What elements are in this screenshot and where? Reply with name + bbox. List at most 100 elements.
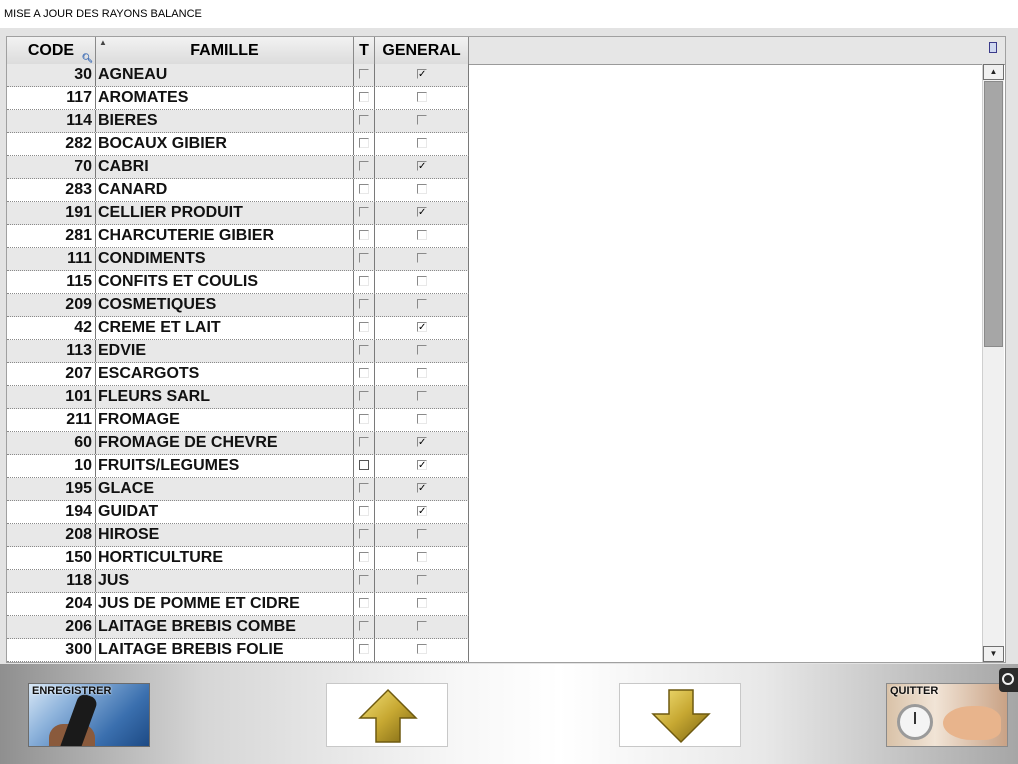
general-checkbox[interactable]: ✓ — [417, 460, 427, 471]
t-checkbox[interactable] — [359, 299, 369, 309]
t-checkbox[interactable] — [359, 552, 369, 562]
general-checkbox[interactable] — [417, 391, 427, 401]
code-cell[interactable]: 113 — [7, 340, 96, 362]
famille-cell[interactable]: BOCAUX GIBIER — [96, 133, 354, 155]
table-row[interactable]: 283 CANARD — [7, 179, 469, 202]
general-checkbox[interactable]: ✓ — [417, 207, 427, 218]
code-cell[interactable]: 194 — [7, 501, 96, 523]
code-cell[interactable]: 10 — [7, 455, 96, 477]
t-checkbox[interactable] — [359, 598, 369, 608]
code-cell[interactable]: 30 — [7, 64, 96, 86]
t-checkbox[interactable] — [359, 92, 369, 102]
general-checkbox[interactable] — [417, 345, 427, 355]
save-button[interactable]: ENREGISTRER — [28, 683, 150, 747]
column-header-general[interactable]: GENERAL — [375, 37, 469, 64]
famille-cell[interactable]: BIERES — [96, 110, 354, 132]
general-checkbox[interactable] — [417, 253, 427, 263]
code-cell[interactable]: 191 — [7, 202, 96, 224]
table-row[interactable]: 111 CONDIMENTS — [7, 248, 469, 271]
column-header-famille[interactable]: ▲ FAMILLE — [96, 37, 354, 64]
code-cell[interactable]: 300 — [7, 639, 96, 661]
table-row[interactable]: 191 CELLIER PRODUIT ✓ — [7, 202, 469, 225]
quit-button[interactable]: QUITTER — [886, 683, 1008, 747]
code-cell[interactable]: 209 — [7, 294, 96, 316]
famille-cell[interactable]: FLEURS SARL — [96, 386, 354, 408]
general-checkbox[interactable] — [417, 621, 427, 631]
table-row[interactable]: 206 LAITAGE BREBIS COMBE — [7, 616, 469, 639]
column-header-code[interactable]: CODE 🔍︎ — [7, 37, 96, 64]
general-checkbox[interactable] — [417, 368, 427, 378]
general-checkbox[interactable]: ✓ — [417, 161, 427, 172]
code-cell[interactable]: 195 — [7, 478, 96, 500]
general-checkbox[interactable] — [417, 184, 427, 194]
table-row[interactable]: 209 COSMETIQUES — [7, 294, 469, 317]
general-checkbox[interactable] — [417, 115, 427, 125]
general-checkbox[interactable] — [417, 299, 427, 309]
table-row[interactable]: 281 CHARCUTERIE GIBIER — [7, 225, 469, 248]
move-up-button[interactable] — [326, 683, 448, 747]
table-row[interactable]: 211 FROMAGE — [7, 409, 469, 432]
code-cell[interactable]: 118 — [7, 570, 96, 592]
general-checkbox[interactable] — [417, 414, 427, 424]
famille-cell[interactable]: LAITAGE BREBIS FOLIE — [96, 639, 354, 661]
t-checkbox[interactable] — [359, 69, 369, 79]
t-checkbox[interactable] — [359, 506, 369, 516]
famille-cell[interactable]: CABRI — [96, 156, 354, 178]
code-cell[interactable]: 60 — [7, 432, 96, 454]
column-selector-icon[interactable] — [989, 42, 997, 53]
t-checkbox[interactable] — [359, 138, 369, 148]
table-row[interactable]: 60 FROMAGE DE CHEVRE ✓ — [7, 432, 469, 455]
code-cell[interactable]: 208 — [7, 524, 96, 546]
t-checkbox[interactable] — [359, 322, 369, 332]
famille-cell[interactable]: HORTICULTURE — [96, 547, 354, 569]
famille-cell[interactable]: ESCARGOTS — [96, 363, 354, 385]
search-icon[interactable]: 🔍︎ — [82, 53, 93, 63]
t-checkbox[interactable] — [359, 621, 369, 631]
famille-cell[interactable]: CREME ET LAIT — [96, 317, 354, 339]
code-cell[interactable]: 114 — [7, 110, 96, 132]
code-cell[interactable]: 211 — [7, 409, 96, 431]
general-checkbox[interactable] — [417, 644, 427, 654]
table-row[interactable]: 101 FLEURS SARL — [7, 386, 469, 409]
t-checkbox[interactable] — [359, 460, 369, 470]
t-checkbox[interactable] — [359, 115, 369, 125]
table-row[interactable]: 115 CONFITS ET COULIS — [7, 271, 469, 294]
famille-cell[interactable]: CANARD — [96, 179, 354, 201]
t-checkbox[interactable] — [359, 529, 369, 539]
scroll-down-button[interactable]: ▼ — [983, 646, 1004, 662]
table-row[interactable]: 42 CREME ET LAIT ✓ — [7, 317, 469, 340]
table-row[interactable]: 118 JUS — [7, 570, 469, 593]
t-checkbox[interactable] — [359, 575, 369, 585]
code-cell[interactable]: 204 — [7, 593, 96, 615]
general-checkbox[interactable]: ✓ — [417, 437, 427, 448]
t-checkbox[interactable] — [359, 368, 369, 378]
famille-cell[interactable]: CHARCUTERIE GIBIER — [96, 225, 354, 247]
general-checkbox[interactable] — [417, 575, 427, 585]
scroll-thumb[interactable] — [984, 81, 1003, 347]
general-checkbox[interactable] — [417, 230, 427, 240]
famille-cell[interactable]: COSMETIQUES — [96, 294, 354, 316]
general-checkbox[interactable]: ✓ — [417, 322, 427, 333]
t-checkbox[interactable] — [359, 161, 369, 171]
t-checkbox[interactable] — [359, 345, 369, 355]
code-cell[interactable]: 282 — [7, 133, 96, 155]
move-down-button[interactable] — [619, 683, 741, 747]
famille-cell[interactable]: GLACE — [96, 478, 354, 500]
famille-cell[interactable]: JUS DE POMME ET CIDRE — [96, 593, 354, 615]
table-row[interactable]: 207 ESCARGOTS — [7, 363, 469, 386]
famille-cell[interactable]: FROMAGE — [96, 409, 354, 431]
table-row[interactable]: 10 FRUITS/LEGUMES ✓ — [7, 455, 469, 478]
t-checkbox[interactable] — [359, 414, 369, 424]
side-panel-toggle-icon[interactable] — [999, 668, 1018, 692]
t-checkbox[interactable] — [359, 437, 369, 447]
famille-cell[interactable]: CONFITS ET COULIS — [96, 271, 354, 293]
code-cell[interactable]: 150 — [7, 547, 96, 569]
code-cell[interactable]: 117 — [7, 87, 96, 109]
t-checkbox[interactable] — [359, 483, 369, 493]
general-checkbox[interactable] — [417, 529, 427, 539]
table-row[interactable]: 70 CABRI ✓ — [7, 156, 469, 179]
famille-cell[interactable]: EDVIE — [96, 340, 354, 362]
table-row[interactable]: 282 BOCAUX GIBIER — [7, 133, 469, 156]
famille-cell[interactable]: CELLIER PRODUIT — [96, 202, 354, 224]
t-checkbox[interactable] — [359, 276, 369, 286]
